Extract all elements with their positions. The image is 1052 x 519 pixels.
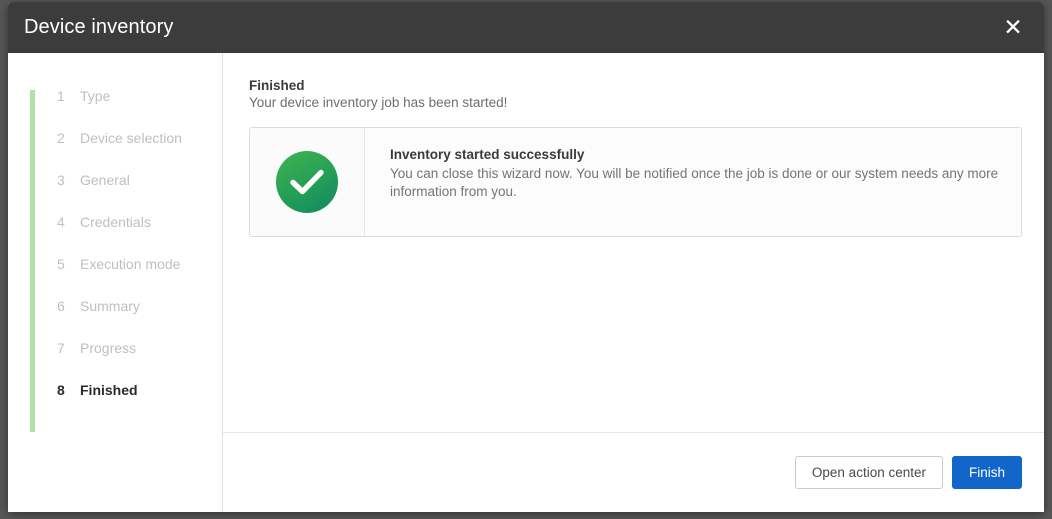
content-wrapper: Finished Your device inventory job has b… [223, 53, 1044, 512]
close-icon[interactable]: ✕ [1000, 15, 1026, 41]
step-label: Execution mode [80, 256, 180, 272]
page-title: Finished [249, 78, 1022, 93]
success-message-cell: Inventory started successfully You can c… [365, 128, 1021, 236]
step-number: 8 [57, 382, 80, 398]
step-label: Type [80, 88, 110, 104]
success-check-icon [276, 151, 338, 213]
sidebar-step-type[interactable]: 1 Type [8, 75, 222, 117]
finish-button[interactable]: Finish [952, 456, 1022, 489]
sidebar-step-finished[interactable]: 8 Finished [8, 369, 222, 411]
dialog-titlebar: Device inventory ✕ [8, 2, 1044, 53]
step-number: 6 [57, 298, 80, 314]
success-body: You can close this wizard now. You will … [390, 165, 999, 201]
dialog-footer: Open action center Finish [223, 432, 1044, 512]
dialog-body: 1 Type 2 Device selection 3 General 4 Cr… [8, 53, 1044, 512]
dialog-title: Device inventory [24, 16, 173, 39]
device-inventory-dialog: Device inventory ✕ 1 Type 2 Device selec… [8, 2, 1044, 512]
step-label: Device selection [80, 130, 182, 146]
step-number: 1 [57, 88, 80, 104]
step-number: 3 [57, 172, 80, 188]
step-number: 7 [57, 340, 80, 356]
step-label: Summary [80, 298, 140, 314]
step-number: 5 [57, 256, 80, 272]
sidebar-step-execution-mode[interactable]: 5 Execution mode [8, 243, 222, 285]
sidebar-step-summary[interactable]: 6 Summary [8, 285, 222, 327]
sidebar-step-credentials[interactable]: 4 Credentials [8, 201, 222, 243]
step-label: General [80, 172, 130, 188]
main-content: Finished Your device inventory job has b… [223, 53, 1044, 432]
success-panel: Inventory started successfully You can c… [249, 127, 1022, 237]
sidebar-step-device-selection[interactable]: 2 Device selection [8, 117, 222, 159]
success-title: Inventory started successfully [390, 147, 999, 162]
success-icon-cell [250, 128, 365, 236]
sidebar-step-progress[interactable]: 7 Progress [8, 327, 222, 369]
step-list: 1 Type 2 Device selection 3 General 4 Cr… [8, 75, 222, 411]
step-number: 4 [57, 214, 80, 230]
sidebar-step-general[interactable]: 3 General [8, 159, 222, 201]
step-label: Finished [80, 382, 138, 398]
step-label: Credentials [80, 214, 151, 230]
open-action-center-button[interactable]: Open action center [795, 456, 943, 489]
step-number: 2 [57, 130, 80, 146]
page-subtitle: Your device inventory job has been start… [249, 95, 1022, 110]
step-label: Progress [80, 340, 136, 356]
wizard-step-sidebar: 1 Type 2 Device selection 3 General 4 Cr… [8, 53, 223, 512]
